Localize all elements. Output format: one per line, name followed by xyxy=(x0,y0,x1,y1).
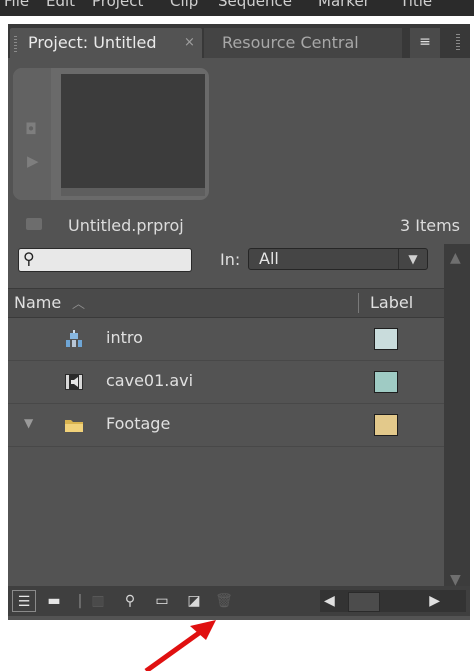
annotation-arrow xyxy=(144,620,216,671)
